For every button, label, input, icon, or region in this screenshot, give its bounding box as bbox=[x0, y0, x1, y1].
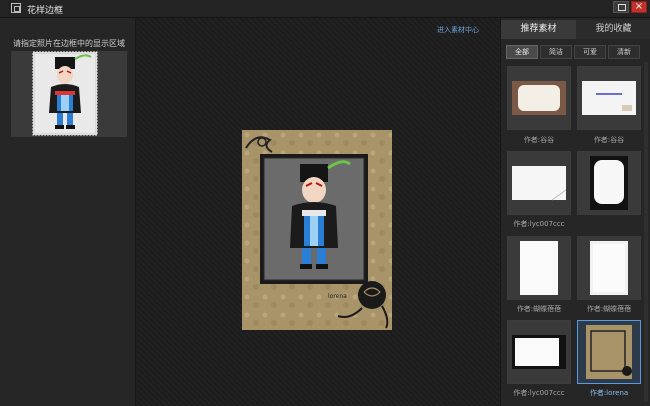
tab-favorites[interactable]: 我的收藏 bbox=[576, 20, 650, 39]
filter-all[interactable]: 全部 bbox=[506, 45, 538, 59]
display-area-label: 请指定照片在边框中的显示区域 bbox=[13, 39, 125, 48]
thumbnail-caption: 作者:lyc007ccc bbox=[513, 389, 565, 397]
center-panel: 进入素材中心 lorena bbox=[137, 18, 499, 406]
thumbnail-scrollbar[interactable] bbox=[644, 62, 648, 402]
frame-thumbnail-selected[interactable] bbox=[577, 320, 641, 384]
window-title: 花样边框 bbox=[27, 6, 64, 16]
thumbnail-image bbox=[590, 241, 628, 295]
thumbnail-caption-selected: 作者:lorena bbox=[589, 389, 629, 397]
framed-photo-preview[interactable]: lorena bbox=[242, 130, 392, 330]
thumbnail-caption: 作者:蝴蝶蓓蓓 bbox=[586, 305, 632, 313]
tab-recommended[interactable]: 推荐素材 bbox=[501, 20, 576, 39]
preview-photo bbox=[32, 51, 98, 136]
material-panel: 推荐素材 我的收藏 全部 简洁 可爱 清新 作者:谷谷 作者:谷谷 作者:lyc… bbox=[500, 18, 650, 406]
frame-signature: lorena bbox=[328, 293, 347, 300]
thumbnail-image bbox=[582, 81, 636, 115]
frame-thumbnail[interactable] bbox=[507, 320, 571, 384]
filter-cute[interactable]: 可爱 bbox=[574, 45, 606, 59]
frame-thumbnail[interactable] bbox=[577, 66, 641, 130]
filter-fresh[interactable]: 清新 bbox=[608, 45, 640, 59]
thumbnail-caption: 作者:谷谷 bbox=[593, 136, 625, 144]
frame-thumbnail[interactable] bbox=[507, 66, 571, 130]
thumbnail-image bbox=[520, 241, 558, 295]
display-area-preview[interactable] bbox=[11, 51, 127, 137]
app-frame-icon bbox=[11, 3, 21, 13]
thumbnail-caption: 作者:lyc007ccc bbox=[513, 220, 565, 228]
frame-thumbnail[interactable] bbox=[507, 236, 571, 300]
thumbnail-image bbox=[590, 156, 628, 210]
thumbnail-image bbox=[586, 325, 632, 379]
frame-thumbnail[interactable] bbox=[577, 151, 641, 215]
frame-artwork: lorena bbox=[242, 130, 392, 330]
thumbnail-caption: 作者:蝴蝶蓓蓓 bbox=[516, 305, 562, 313]
frame-thumbnail[interactable] bbox=[507, 151, 571, 215]
maximize-button[interactable] bbox=[613, 1, 629, 13]
thumbnail-image bbox=[512, 166, 566, 201]
frame-thumbnail[interactable] bbox=[577, 236, 641, 300]
enter-material-center-link[interactable]: 进入素材中心 bbox=[437, 25, 479, 35]
close-button[interactable]: × bbox=[631, 1, 647, 13]
title-bar: 花样边框 × bbox=[0, 0, 650, 18]
thumbnail-image bbox=[512, 335, 566, 369]
filter-simple[interactable]: 简洁 bbox=[540, 45, 572, 59]
left-panel: 请指定照片在边框中的显示区域 bbox=[0, 18, 136, 406]
thumbnail-caption: 作者:谷谷 bbox=[523, 136, 555, 144]
thumbnail-image bbox=[512, 81, 566, 115]
